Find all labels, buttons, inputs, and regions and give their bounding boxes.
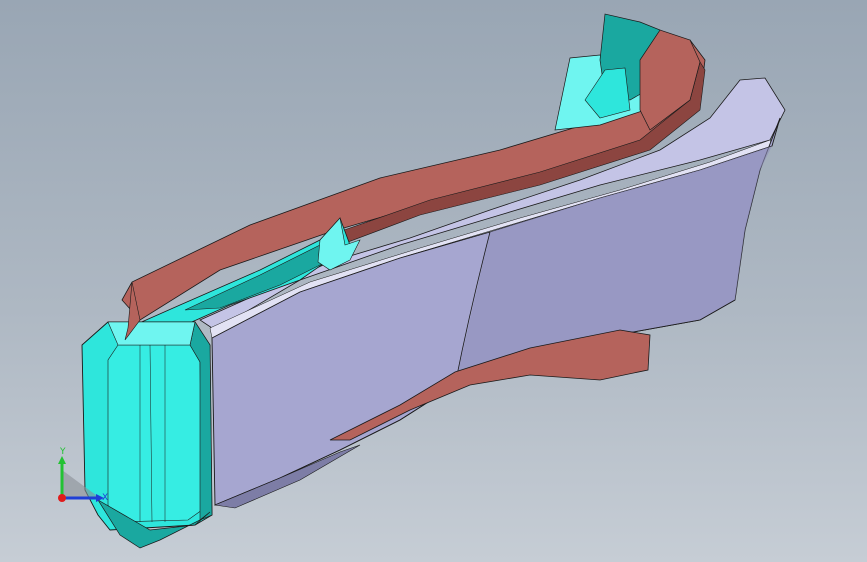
- near-end-cap-face: [107, 344, 203, 523]
- y-axis-label: Y: [59, 447, 66, 457]
- model-canvas[interactable]: Y X: [0, 0, 867, 562]
- near-end-cap-top: [107, 321, 196, 346]
- x-axis-label: X: [102, 493, 108, 503]
- 3d-viewport[interactable]: Y X: [0, 0, 867, 562]
- z-axis-dot: [58, 494, 66, 502]
- y-axis-arrow: [58, 456, 66, 464]
